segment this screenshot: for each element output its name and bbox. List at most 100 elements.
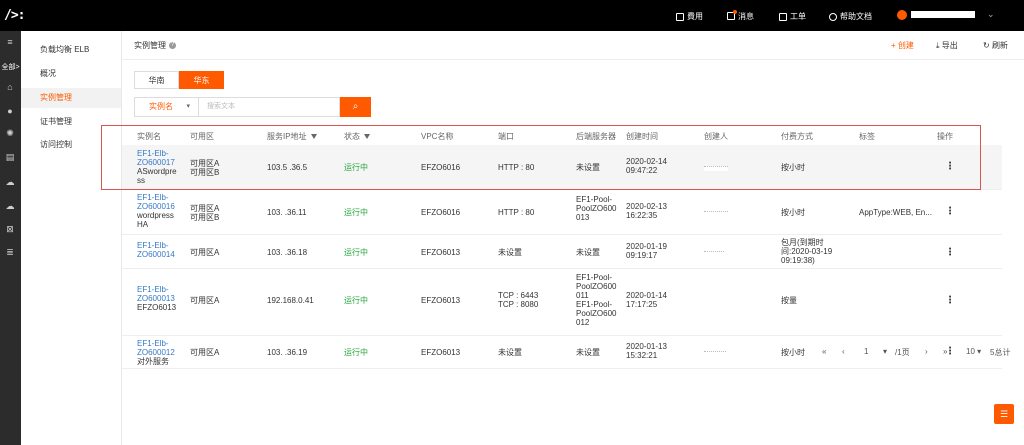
zone-cell: 可用区A xyxy=(190,296,220,305)
zone-cell: 可用区A 可用区B xyxy=(190,204,220,222)
vpc-cell: EFZO6013 xyxy=(421,348,461,357)
tab-east-china[interactable]: 华东 xyxy=(179,71,224,89)
product-rail: ≡ 全部> ⌂ ● ✺ ▤ ☁ ☁ ⊠ ≣ xyxy=(0,31,21,445)
nav-bill[interactable]: 費用 xyxy=(676,11,703,22)
brand-logo[interactable]: />: xyxy=(4,8,26,23)
help-icon xyxy=(829,12,837,21)
backend-cell: EF1-Pool- PoolZO600 011 EF1-Pool- PoolZO… xyxy=(576,273,617,327)
search-icon: ⌕ xyxy=(352,101,359,112)
instance-name-link[interactable]: EF1-Elb- ZO600012 xyxy=(137,339,175,357)
redacted-creator xyxy=(704,211,728,216)
ticket-icon xyxy=(779,12,787,21)
vpc-cell: EFZO6013 xyxy=(421,248,461,257)
search-bar: 实例名 ▾ 搜索文本 ⌕ xyxy=(134,97,371,117)
instance-name-link[interactable]: EF1-Elb- ZO600016 xyxy=(137,193,175,211)
home-icon[interactable]: ⌂ xyxy=(5,83,15,92)
port-cell: 未设置 xyxy=(498,248,522,257)
created-cell: 2020-01-19 09:19:17 xyxy=(626,242,667,260)
page-size-select[interactable]: 10 ▾ xyxy=(966,347,981,356)
sidebar-title: 负载均衡 ELB xyxy=(40,45,90,54)
main-content: 实例管理? + 创建 ⤓ 导出 ↻ 刷新 华南 华东 实例名 ▾ 搜索文本 ⌕ 实… xyxy=(122,31,1024,445)
table-row[interactable]: EF1-Elb- ZO600013 EFZO6013 可用区A 192.168.… xyxy=(122,269,1002,336)
tab-south-china[interactable]: 华南 xyxy=(134,71,179,89)
instance-name-link[interactable]: EF1-Elb- ZO600013 xyxy=(137,285,175,303)
page-dropdown-caret[interactable]: ▾ xyxy=(883,347,887,356)
created-cell: 2020-02-13 16:22:35 xyxy=(626,202,667,220)
instance-name-link[interactable]: EF1-Elb- ZO600014 xyxy=(137,241,175,259)
nav-help[interactable]: 帮助文档 xyxy=(829,11,872,22)
created-cell: 2020-01-13 15:32:21 xyxy=(626,342,667,360)
chat-support-button[interactable]: ☰ xyxy=(994,404,1014,424)
sidebar-item-instances[interactable]: 实例管理 xyxy=(21,88,121,108)
search-field-select[interactable]: 实例名 ▾ xyxy=(134,97,198,117)
port-cell: 未设置 xyxy=(498,348,522,357)
network-icon[interactable]: ✺ xyxy=(5,129,15,138)
more-actions-icon[interactable]: ⋮ xyxy=(945,295,955,306)
backend-cell: 未设置 xyxy=(576,348,600,357)
chevron-down-icon[interactable]: ⌄ xyxy=(987,9,995,20)
status-cell: 运行中 xyxy=(344,296,368,305)
ip-cell: 103. .36.18 xyxy=(267,248,308,257)
menu-icon[interactable]: ≡ xyxy=(5,38,15,47)
vpc-cell: EFZO6016 xyxy=(421,208,461,217)
caret-down-icon: ▾ xyxy=(186,103,190,110)
stack-icon[interactable]: ≣ xyxy=(5,248,15,257)
page-title: 实例管理? xyxy=(134,41,176,50)
tags-cell: AppType:WEB, En... xyxy=(859,208,932,217)
last-page-button[interactable]: » xyxy=(943,347,947,356)
more-actions-icon[interactable]: ⋮ xyxy=(945,206,955,217)
search-button[interactable]: ⌕ xyxy=(340,97,371,117)
chat-icon: ☰ xyxy=(999,409,1009,419)
avatar[interactable] xyxy=(897,10,907,20)
zone-cell: 可用区A xyxy=(190,348,220,357)
redacted-creator xyxy=(704,251,724,256)
status-cell: 运行中 xyxy=(344,208,368,217)
total-pages: /1页 xyxy=(895,348,910,357)
zone-cell: 可用区A xyxy=(190,248,220,257)
ip-cell: 103. .36.19 xyxy=(267,348,308,357)
table-row[interactable]: EF1-Elb- ZO600016 wordpress HA 可用区A 可用区B… xyxy=(122,190,1002,235)
table-row[interactable]: EF1-Elb- ZO600014 可用区A 103. .36.18 运行中 E… xyxy=(122,235,1002,269)
notification-dot xyxy=(733,9,737,14)
billing-cell: 按量 xyxy=(781,296,797,305)
backend-cell: EF1-Pool- PoolZO600 013 xyxy=(576,195,617,222)
more-actions-icon[interactable]: ⋮ xyxy=(945,247,955,258)
region-tabs: 华南 华东 xyxy=(134,71,224,89)
created-cell: 2020-01-14 17:17:25 xyxy=(626,291,667,309)
prev-page-button[interactable]: ‹ xyxy=(842,347,845,356)
divider xyxy=(122,59,1024,60)
status-cell: 运行中 xyxy=(344,348,368,357)
current-page[interactable]: 1 xyxy=(864,347,868,356)
instance-desc: EFZO6013 xyxy=(137,303,177,312)
top-bar: />: 費用 消息 工单 帮助文档 ⌄ xyxy=(0,0,1024,31)
total-count: 5总计 xyxy=(990,348,1011,357)
nav-ticket[interactable]: 工单 xyxy=(779,11,806,22)
storage-icon[interactable]: ▤ xyxy=(5,153,15,162)
refresh-icon: ↻ xyxy=(983,41,992,50)
instance-desc: wordpress HA xyxy=(137,211,174,229)
instance-desc: 对外服务 xyxy=(137,357,169,366)
sidebar-item-overview[interactable]: 概况 xyxy=(21,64,121,84)
cloud-upload-icon[interactable]: ☁ xyxy=(5,178,15,187)
export-button[interactable]: ⤓ 导出 xyxy=(936,40,958,51)
refresh-button[interactable]: ↻ 刷新 xyxy=(983,40,1008,51)
redacted-creator xyxy=(704,351,726,356)
sidebar: 负载均衡 ELB 概况 实例管理 证书管理 访问控制 xyxy=(21,31,122,445)
database-icon[interactable]: ● xyxy=(5,107,15,116)
next-page-button[interactable]: › xyxy=(925,347,928,356)
table-row[interactable]: EF1-Elb- ZO600012 对外服务 可用区A 103. .36.19 … xyxy=(122,336,1002,369)
port-cell: TCP : 6443 TCP : 8080 xyxy=(498,291,539,309)
billing-cell: 按小时 xyxy=(781,208,805,217)
highlight-annotation xyxy=(101,125,981,190)
port-cell: HTTP : 80 xyxy=(498,208,535,217)
question-icon[interactable]: ? xyxy=(169,42,176,50)
search-input[interactable]: 搜索文本 xyxy=(198,97,340,117)
first-page-button[interactable]: « xyxy=(822,347,826,356)
ip-cell: 103. .36.11 xyxy=(267,208,307,217)
billing-cell: 按小时 xyxy=(781,348,805,357)
all-products-link[interactable]: 全部> xyxy=(0,62,21,72)
cloud-icon[interactable]: ☁ xyxy=(5,202,15,211)
nav-message[interactable]: 消息 xyxy=(727,9,754,22)
create-button[interactable]: + 创建 xyxy=(891,40,914,51)
shield-icon[interactable]: ⊠ xyxy=(5,225,15,234)
